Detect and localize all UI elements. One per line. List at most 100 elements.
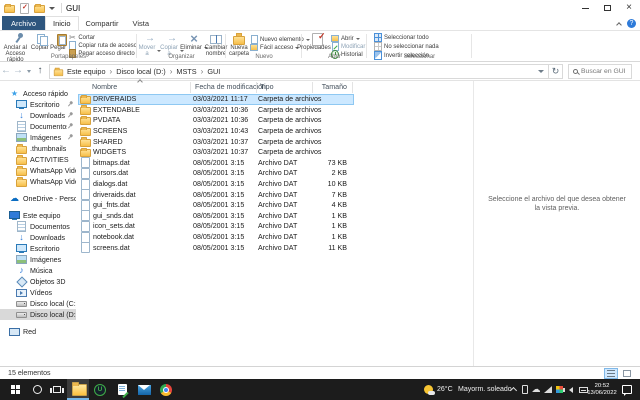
help-icon[interactable] [627,19,636,28]
download-icon [16,232,27,243]
weather-temp[interactable]: 26°C [437,379,453,400]
file-size: 1 KB [315,233,347,241]
column-header-size[interactable]: Tamaño [315,83,347,91]
sidebar-item-v-deos[interactable]: Vídeos [0,287,76,298]
copy-button[interactable]: Copiar [31,32,49,51]
network-icon [9,326,20,337]
cut-button[interactable]: Cortar [68,34,137,41]
table-row[interactable]: DRIVERAIDS 03/03/2021 11:17 Carpeta de a… [78,94,354,105]
table-row[interactable]: bitmaps.dat 08/05/2001 3:15 Archivo DAT … [78,158,354,169]
details-view-button[interactable] [604,368,618,379]
select-all-button[interactable]: Seleccionar todo [374,34,439,41]
divider [61,3,62,13]
qat-dropdown-icon[interactable] [49,7,55,10]
sidebar-item-im-genes[interactable]: Imágenes [0,132,76,143]
action-center-button[interactable] [618,379,636,400]
table-row[interactable]: icon_sets.dat 08/05/2001 3:15 Archivo DA… [78,221,354,232]
up-button[interactable]: ↑ [34,66,46,76]
new-folder-icon[interactable] [34,3,45,14]
sidebar-item-escritorio[interactable]: Escritorio [0,243,76,254]
cortana-button[interactable] [27,379,47,400]
properties-button[interactable]: Propiedades [304,32,330,51]
sidebar-item-este-equipo[interactable]: Este equipo [0,210,76,221]
sidebar-item-activities[interactable]: ACTIVITIES [0,154,76,165]
delete-button[interactable]: Eliminar [183,32,205,51]
file-modified-date: 03/03/2021 10:36 [193,106,258,114]
refresh-button[interactable]: ↻ [549,64,563,79]
weather-widget[interactable] [421,379,435,400]
properties-icon[interactable] [19,3,30,14]
taskbar-mail[interactable] [133,379,155,400]
forward-button[interactable]: → [12,66,24,76]
breadcrumb-item[interactable]: MSTS [173,67,199,76]
edit-button[interactable]: Modificar [331,43,365,50]
table-row[interactable]: PVDATA 03/03/2021 10:36 Carpeta de archi… [78,115,354,126]
table-row[interactable]: SCREENS 03/03/2021 10:43 Carpeta de arch… [78,126,354,137]
minimize-button[interactable] [574,0,596,16]
table-row[interactable]: screens.dat 08/05/2001 3:15 Archivo DAT … [78,242,354,253]
column-header-type[interactable]: Tipo [260,83,274,91]
sidebar-item-im-genes[interactable]: Imágenes [0,254,76,265]
back-button[interactable]: ← [0,66,12,76]
column-header-name[interactable]: Nombre [92,83,117,91]
sidebar-item-documentos[interactable]: Documentos [0,221,76,232]
copy-path-button[interactable]: Copiar ruta de acceso [68,42,137,49]
sidebar-item-red[interactable]: Red [0,326,76,337]
sidebar-item-m-sica[interactable]: Música [0,265,76,276]
breadcrumb-item[interactable]: Disco local (D:) [113,67,168,76]
breadcrumb-item[interactable]: GUI [204,67,223,76]
tray-network-button[interactable] [542,379,554,400]
clock[interactable]: 20:52 13/06/2022 [589,379,615,400]
sidebar-item-downloads[interactable]: Downloads [0,232,76,243]
sidebar-item-disco-local-d-[interactable]: Disco local (D:) [0,309,76,320]
taskbar-chrome[interactable] [155,379,177,400]
sidebar-item-acceso-r-pido[interactable]: Acceso rápido [0,88,76,99]
file-name: icon_sets.dat [91,222,193,230]
open-button[interactable]: Abrir [331,35,365,42]
paste-button[interactable]: Pegar [49,32,67,51]
tab-share[interactable]: Compartir [79,16,126,30]
table-row[interactable]: driveraids.dat 08/05/2001 3:15 Archivo D… [78,189,354,200]
close-button[interactable]: × [618,0,640,16]
taskbar-green-u-app[interactable] [89,379,111,400]
start-button[interactable] [3,379,27,400]
table-row[interactable]: gui_snds.dat 08/05/2001 3:15 Archivo DAT… [78,211,354,222]
weather-desc[interactable]: Mayorm. soleado [458,379,512,400]
table-row[interactable]: notebook.dat 08/05/2001 3:15 Archivo DAT… [78,232,354,243]
minimize-ribbon-icon[interactable] [616,22,622,28]
task-view-button[interactable] [47,379,67,400]
sidebar-item-disco-local-c-[interactable]: Disco local (C:) [0,298,76,309]
table-row[interactable]: gui_fnts.dat 08/05/2001 3:15 Archivo DAT… [78,200,354,211]
table-row[interactable]: SHARED 03/03/2021 10:37 Carpeta de archi… [78,136,354,147]
table-row[interactable]: cursors.dat 08/05/2001 3:15 Archivo DAT … [78,168,354,179]
table-row[interactable]: dialogs.dat 08/05/2001 3:15 Archivo DAT … [78,179,354,190]
thumbnails-view-button[interactable] [620,368,634,379]
table-row[interactable]: EXTENDABLE 03/03/2021 10:36 Carpeta de a… [78,105,354,116]
table-row[interactable]: WIDGETS 03/03/2021 10:37 Carpeta de arch… [78,147,354,158]
tray-onedrive-button[interactable]: ☁ [530,379,542,400]
tray-volume-button[interactable] [565,379,577,400]
taskbar-document-editor[interactable] [111,379,133,400]
breadcrumb-item[interactable]: Este equipo [64,67,109,76]
sidebar-item-escritorio[interactable]: Escritorio [0,99,76,110]
sidebar-item-whatsapp-video[interactable]: WhatsApp Video [0,176,76,187]
address-dropdown-icon[interactable] [538,70,544,73]
tray-expand-button[interactable] [508,379,518,400]
sidebar-item-documentos[interactable]: Documentos [0,121,76,132]
tray-device-button[interactable] [519,379,530,400]
tab-home[interactable]: Inicio [45,16,79,30]
address-box[interactable]: Este equipo › Disco local (D:) › MSTS › … [49,64,549,79]
sidebar-item-label: WhatsApp Video [30,178,76,186]
tab-file[interactable]: Archivo [2,16,45,30]
select-none-button[interactable]: No seleccionar nada [374,43,439,50]
sidebar-item-downloads[interactable]: Downloads [0,110,76,121]
taskbar-file-explorer[interactable] [67,379,89,400]
search-input[interactable]: Buscar en GUI [568,64,632,79]
recent-locations-icon[interactable] [27,70,31,73]
sidebar-item--thumbnails[interactable]: .thumbnails [0,143,76,154]
maximize-button[interactable] [596,0,618,16]
sidebar-item-whatsapp-video[interactable]: WhatsApp Video [0,165,76,176]
tab-view[interactable]: Vista [125,16,156,30]
sidebar-item-onedrive-personal[interactable]: OneDrive - Personal [0,193,76,204]
sidebar-item-objetos-3d[interactable]: Objetos 3D [0,276,76,287]
